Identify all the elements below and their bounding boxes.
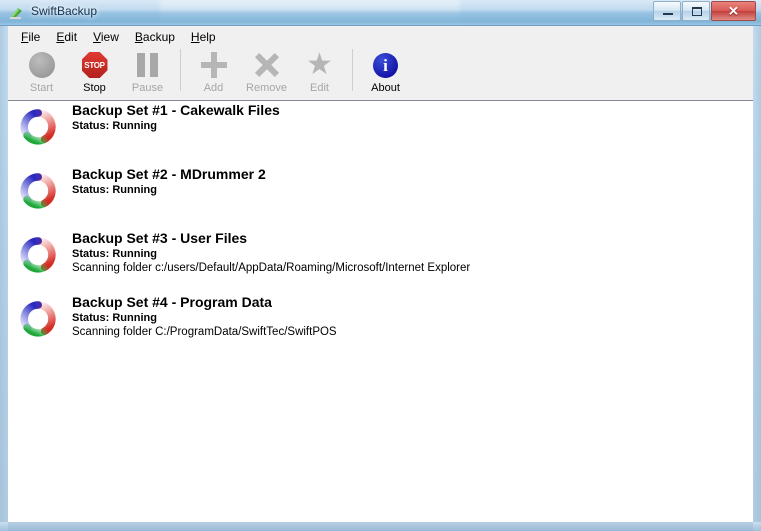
about-button-label: About	[371, 82, 400, 94]
minimize-button[interactable]	[653, 1, 681, 21]
list-item-text: Backup Set #2 - MDrummer 2 Status: Runni…	[16, 165, 753, 197]
menu-item-edit[interactable]: Edit	[48, 28, 85, 46]
backup-set-status: Status: Running	[72, 120, 157, 132]
backup-set-list[interactable]: Backup Set #1 - Cakewalk Files Status: R…	[8, 100, 753, 522]
toolbar-separator-1	[180, 49, 181, 91]
green-arrow-icon	[9, 5, 25, 21]
menu-item-backup[interactable]: Backup	[127, 28, 183, 46]
menu-edit-rest: dit	[64, 29, 78, 44]
menu-bar: File Edit View Backup Help	[8, 26, 753, 47]
pause-bars-icon	[132, 49, 164, 81]
stop-sign-text: STOP	[84, 60, 105, 70]
list-item[interactable]: Backup Set #2 - MDrummer 2 Status: Runni…	[8, 165, 753, 229]
info-circle-icon: i	[370, 49, 402, 81]
menu-view-accel: V	[93, 29, 101, 44]
menu-item-view[interactable]: View	[85, 28, 127, 46]
close-icon: ✕	[728, 3, 739, 19]
maximize-button[interactable]	[682, 1, 710, 21]
add-button[interactable]: Add	[187, 47, 240, 97]
backup-set-status: Status: Running	[72, 312, 157, 324]
progress-spinner-icon	[18, 234, 60, 276]
backup-set-title: Backup Set #1 - Cakewalk Files	[72, 102, 280, 118]
menu-item-help[interactable]: Help	[183, 28, 224, 46]
info-glyph: i	[373, 52, 398, 78]
application-window: SwiftBackup ✕ File Edit View Backup Help…	[0, 0, 761, 531]
backup-set-status: Status: Running	[72, 184, 157, 196]
list-item[interactable]: Backup Set #1 - Cakewalk Files Status: R…	[8, 101, 753, 165]
progress-spinner-icon	[18, 106, 60, 148]
add-button-label: Add	[203, 82, 224, 94]
window-controls: ✕	[652, 1, 756, 21]
stop-button[interactable]: STOP Stop	[68, 47, 121, 97]
window-frame-left	[0, 26, 8, 531]
window-title: SwiftBackup	[31, 4, 98, 18]
remove-button[interactable]: Remove	[240, 47, 293, 97]
minimize-icon	[663, 13, 673, 15]
stop-button-label: Stop	[83, 82, 106, 94]
menu-view-rest: iew	[100, 29, 119, 44]
aero-glass-highlight	[160, 0, 460, 26]
list-item-text: Backup Set #1 - Cakewalk Files Status: R…	[16, 101, 753, 133]
toolbar-separator-2	[352, 49, 353, 91]
list-item[interactable]: Backup Set #3 - User Files Status: Runni…	[8, 229, 753, 293]
start-button[interactable]: Start	[15, 47, 68, 97]
backup-set-detail: Scanning folder C:/ProgramData/SwiftTec/…	[72, 326, 337, 338]
close-button[interactable]: ✕	[711, 1, 756, 21]
about-button[interactable]: i About	[359, 47, 412, 97]
list-item-text: Backup Set #4 - Program Data Status: Run…	[16, 293, 753, 339]
stop-sign-icon: STOP	[79, 49, 111, 81]
backup-set-title: Backup Set #4 - Program Data	[72, 294, 272, 310]
edit-button-label: Edit	[310, 82, 329, 94]
menu-item-file[interactable]: File	[13, 28, 48, 46]
menu-file-rest: ile	[28, 29, 41, 44]
title-bar[interactable]: SwiftBackup ✕	[0, 0, 761, 26]
star-glyph: ★	[306, 48, 333, 81]
x-cross-icon	[251, 49, 283, 81]
progress-spinner-icon	[18, 170, 60, 212]
menu-help-rest: elp	[199, 29, 216, 44]
list-item[interactable]: Backup Set #4 - Program Data Status: Run…	[8, 293, 753, 357]
backup-set-status: Status: Running	[72, 248, 157, 260]
pause-button-label: Pause	[131, 82, 164, 94]
menu-help-accel: H	[190, 29, 200, 44]
pause-button[interactable]: Pause	[121, 47, 174, 97]
plus-icon	[198, 49, 230, 81]
menu-backup-rest: ackup	[142, 29, 175, 44]
window-frame-right	[753, 26, 761, 531]
toolbar: Start STOP Stop Pause Add Remove ★ Edit …	[8, 47, 753, 100]
backup-set-title: Backup Set #3 - User Files	[72, 230, 248, 246]
edit-button[interactable]: ★ Edit	[293, 47, 346, 97]
list-item-text: Backup Set #3 - User Files Status: Runni…	[16, 229, 753, 275]
star-icon: ★	[304, 49, 336, 81]
maximize-icon	[692, 7, 702, 16]
backup-set-title: Backup Set #2 - MDrummer 2	[72, 166, 266, 182]
window-frame-bottom	[0, 522, 761, 531]
client-area: File Edit View Backup Help Start STOP St…	[8, 26, 753, 522]
progress-spinner-icon	[18, 298, 60, 340]
backup-set-detail: Scanning folder c:/users/Default/AppData…	[72, 262, 471, 274]
remove-button-label: Remove	[246, 82, 287, 94]
start-button-label: Start	[29, 82, 54, 94]
grey-circle-icon	[26, 49, 58, 81]
menu-backup-accel: B	[134, 29, 143, 44]
